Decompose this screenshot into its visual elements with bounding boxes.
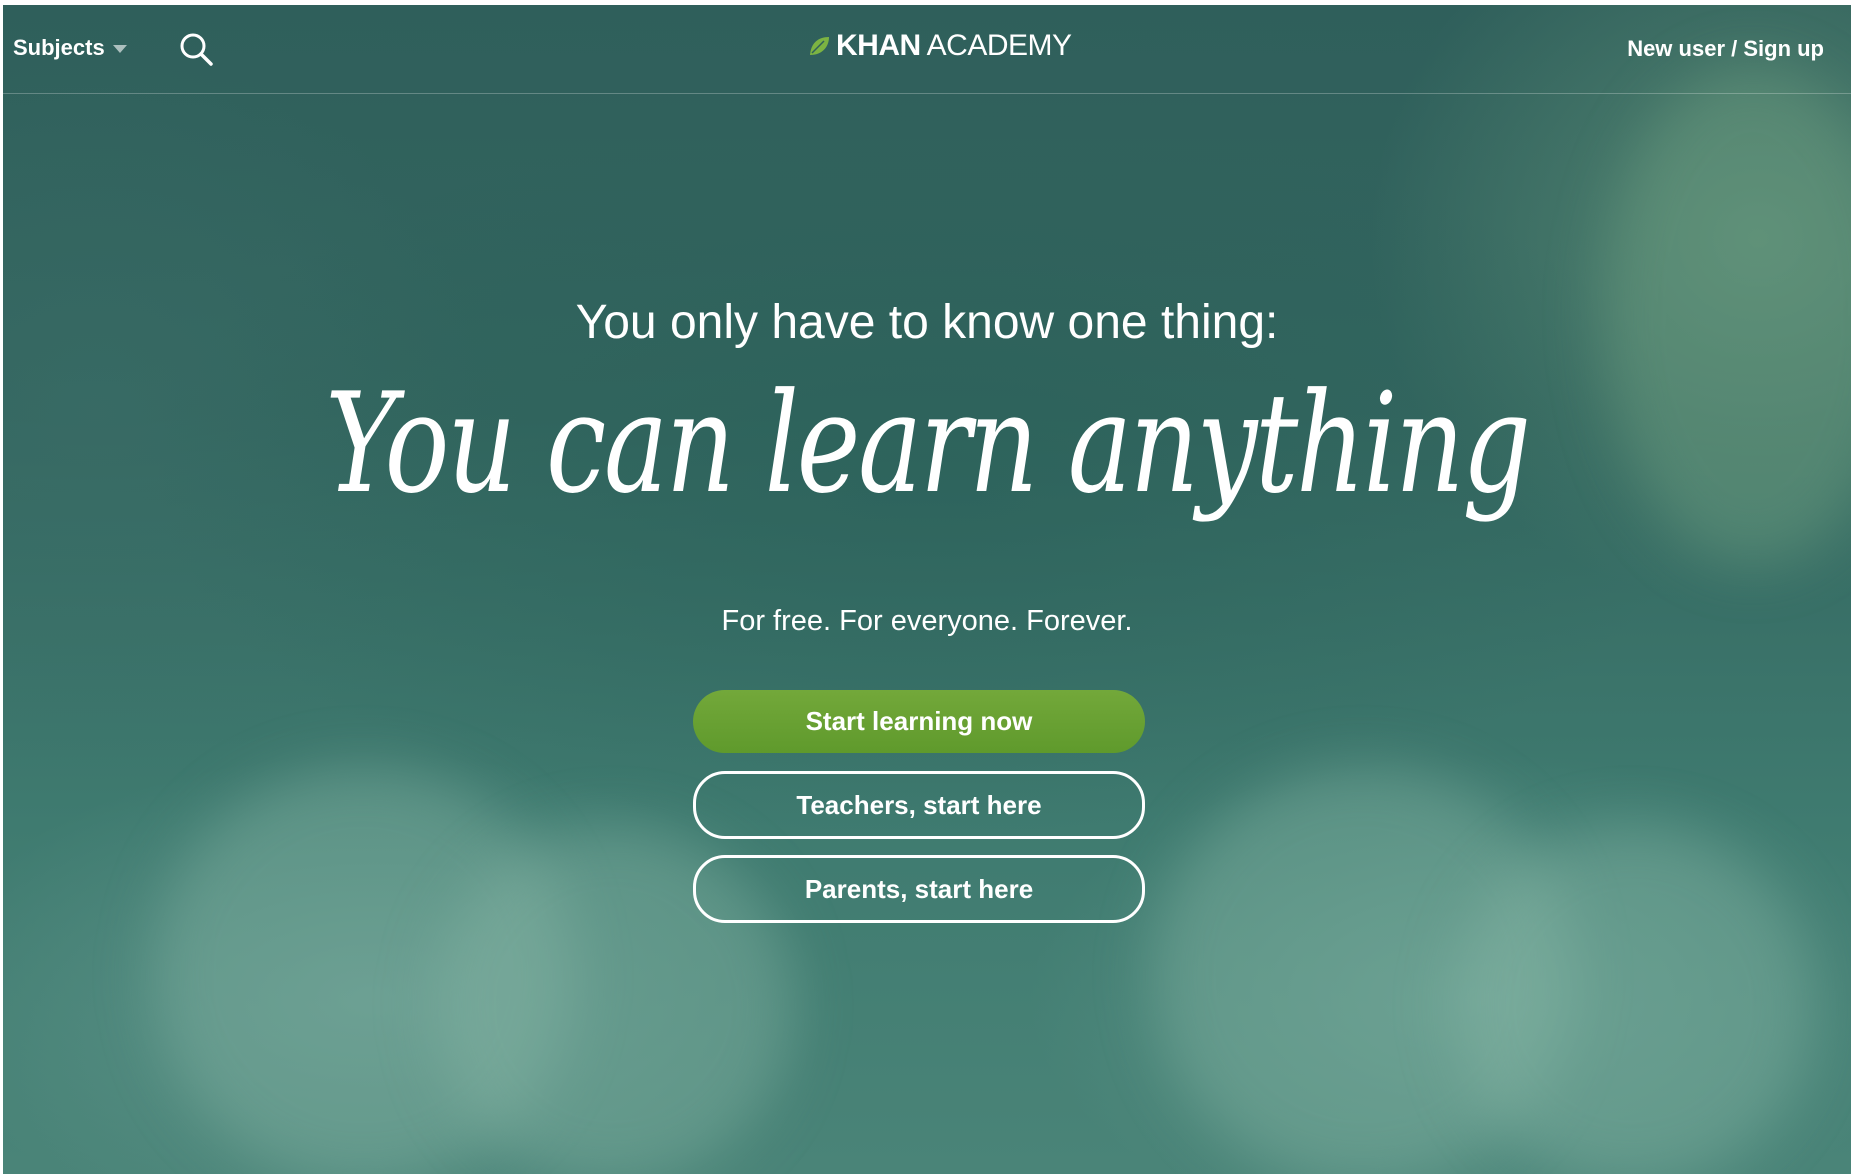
- hero-kicker: You only have to know one thing:: [575, 296, 1279, 349]
- search-icon[interactable]: [178, 31, 214, 67]
- chevron-down-icon: [112, 45, 127, 53]
- hero-headline: You can learn anything: [325, 363, 1531, 524]
- subjects-label: Subjects: [13, 35, 105, 60]
- parents-start-button[interactable]: Parents, start here: [693, 855, 1145, 923]
- logo-khan: KHAN: [836, 29, 921, 62]
- teachers-start-button[interactable]: Teachers, start here: [693, 771, 1145, 839]
- signup-link[interactable]: New user / Sign up: [1627, 36, 1824, 62]
- hero-tagline: For free. For everyone. Forever.: [721, 605, 1133, 637]
- subjects-menu[interactable]: Subjects: [13, 35, 127, 61]
- background-blur-shape: [1453, 825, 1813, 1174]
- start-learning-button[interactable]: Start learning now: [693, 690, 1145, 753]
- top-nav: Subjects KHAN ACADEMY New user / Sign up: [3, 5, 1851, 94]
- hero-background: Subjects KHAN ACADEMY New user / Sign up …: [3, 5, 1851, 1174]
- khan-academy-logo[interactable]: KHAN ACADEMY: [808, 29, 1072, 63]
- leaf-icon: [810, 37, 829, 55]
- logo-academy: ACADEMY: [926, 29, 1072, 62]
